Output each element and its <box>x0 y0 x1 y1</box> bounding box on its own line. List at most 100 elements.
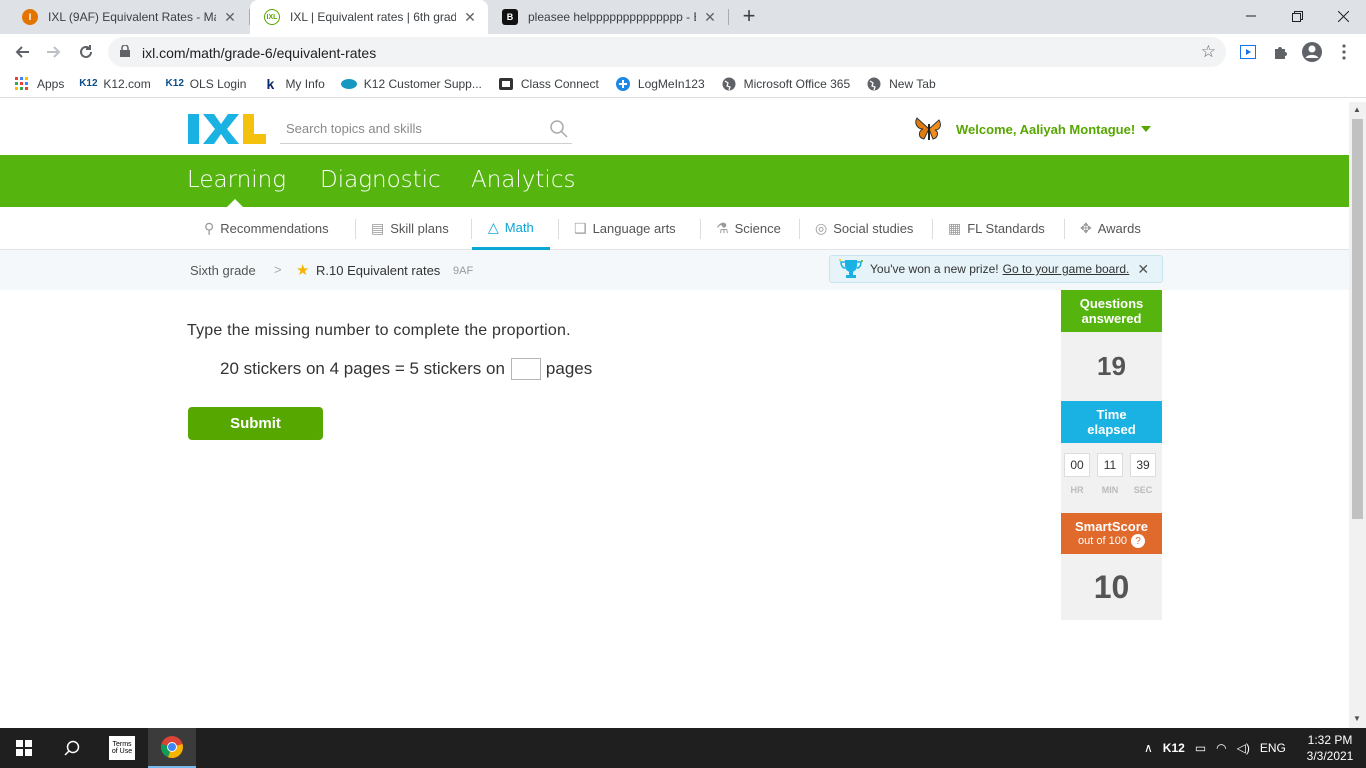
timer-hours: 00 <box>1064 453 1090 477</box>
k12-icon: K12 <box>165 78 184 89</box>
recommendations-icon: ⚲ <box>204 220 215 236</box>
start-button[interactable] <box>0 728 48 768</box>
bookmark-class-connect[interactable]: Class Connect <box>498 76 599 92</box>
butterfly-avatar-icon <box>915 117 941 140</box>
globe-icon <box>866 76 882 92</box>
browser-tab-2[interactable]: IXL IXL | Equivalent rates | 6th grade ✕ <box>250 0 488 34</box>
breadcrumb-grade[interactable]: Sixth grade <box>190 263 256 278</box>
back-button[interactable] <box>9 39 35 65</box>
divider <box>932 219 933 239</box>
divider <box>799 219 800 239</box>
nav-tab-learning[interactable]: Learning <box>187 167 286 193</box>
bookmark-office-365[interactable]: Microsoft Office 365 <box>721 76 851 92</box>
minimize-button[interactable] <box>1228 0 1274 32</box>
subnav-skill-plans[interactable]: ▤ Skill plans <box>371 207 449 250</box>
smartscore-header: SmartScore out of 100? <box>1061 513 1162 554</box>
divider <box>558 219 559 239</box>
bookmark-star-icon[interactable]: ☆ <box>1201 42 1216 62</box>
bookmark-customer-support[interactable]: K12 Customer Supp... <box>340 76 482 92</box>
reload-button[interactable] <box>73 39 99 65</box>
subnav-social-studies[interactable]: ◎ Social studies <box>815 207 913 250</box>
bookmark-label: LogMeIn123 <box>637 76 705 91</box>
stat-sublabel: out of 100 <box>1078 534 1127 547</box>
bookmark-label: K12 Customer Supp... <box>363 76 482 91</box>
bookmark-apps[interactable]: Apps <box>14 76 64 92</box>
terms-of-use-app[interactable]: Terms of Use <box>98 728 146 768</box>
subnav-recommendations[interactable]: ⚲ Recommendations <box>204 207 329 250</box>
search-input[interactable]: Search topics and skills <box>280 116 572 144</box>
tab-title: IXL | Equivalent rates | 6th grade <box>290 10 456 24</box>
volume-icon[interactable]: ◁) <box>1237 741 1250 755</box>
extensions-puzzle-icon[interactable] <box>1269 41 1291 63</box>
restore-button[interactable] <box>1274 0 1320 32</box>
scroll-up-icon[interactable]: ▲ <box>1353 105 1361 114</box>
ixl-logo-icon[interactable] <box>188 114 266 144</box>
proportion-right-text: pages <box>545 359 593 378</box>
subnav-language-arts[interactable]: ❑ Language arts <box>574 207 676 250</box>
nav-tab-diagnostic[interactable]: Diagnostic <box>320 167 441 193</box>
stats-panel: Questions answered 19 Time elapsed 00 11… <box>1061 290 1162 620</box>
wifi-icon[interactable]: ◠ <box>1216 741 1226 755</box>
nav-tab-analytics[interactable]: Analytics <box>471 167 575 193</box>
bookmark-new-tab[interactable]: New Tab <box>866 76 936 92</box>
bookmark-k12[interactable]: K12 K12.com <box>79 76 151 92</box>
bookmark-logmein[interactable]: LogMeIn123 <box>615 76 705 92</box>
game-board-link[interactable]: Go to your game board. <box>1003 262 1130 276</box>
taskbar-search-button[interactable] <box>48 728 96 768</box>
media-cast-icon[interactable] <box>1237 41 1259 63</box>
ixl-favicon-icon: IXL <box>264 9 280 25</box>
close-window-button[interactable] <box>1320 0 1366 32</box>
account-menu[interactable]: Welcome, Aaliyah Montague! <box>914 112 1152 146</box>
taskbar-clock[interactable]: 1:32 PM 3/3/2021 <box>1300 732 1360 764</box>
timer-seconds: 39 <box>1130 453 1156 477</box>
divider <box>1064 219 1065 239</box>
bookmark-my-info[interactable]: k My Info <box>262 76 325 92</box>
submit-button[interactable]: Submit <box>188 407 323 440</box>
answer-input[interactable] <box>510 358 541 380</box>
bookmark-ols-login[interactable]: K12 OLS Login <box>165 76 247 92</box>
browser-tab-1[interactable]: I IXL (9AF) Equivalent Rates - Math ✕ <box>8 0 248 34</box>
forward-button[interactable] <box>41 39 67 65</box>
browser-tab-3[interactable]: B pleasee helpppppppppppppp - B ✕ <box>488 0 728 34</box>
new-tab-button[interactable]: + <box>737 5 761 29</box>
subnav-awards[interactable]: ✥ Awards <box>1080 207 1141 250</box>
chrome-menu-icon[interactable] <box>1333 41 1355 63</box>
reload-icon <box>80 45 92 58</box>
close-tab-icon[interactable]: ✕ <box>462 9 478 26</box>
language-indicator[interactable]: ENG <box>1260 741 1286 755</box>
chrome-taskbar-app[interactable] <box>148 728 196 768</box>
active-tab-indicator <box>227 199 243 207</box>
chevron-up-icon[interactable]: ∧ <box>1144 741 1153 755</box>
scrollbar-thumb[interactable] <box>1352 119 1363 519</box>
close-tab-icon[interactable]: ✕ <box>222 9 238 26</box>
profile-avatar-icon[interactable] <box>1301 41 1323 63</box>
timer: 00 11 39 HR MIN SEC <box>1061 443 1162 513</box>
scroll-down-icon[interactable]: ▼ <box>1353 714 1361 723</box>
stat-label: SmartScore <box>1075 518 1148 534</box>
close-icon[interactable]: ✕ <box>1137 261 1149 278</box>
page-scrollbar[interactable]: ▲ ▼ <box>1349 102 1366 728</box>
prize-text: You've won a new prize! <box>870 262 999 276</box>
salesforce-cloud-icon <box>340 76 357 92</box>
proportion-left-text: 20 stickers on 4 pages = 5 stickers on <box>220 359 505 378</box>
k12-tray-icon[interactable]: K12 <box>1163 741 1185 755</box>
subnav-fl-standards[interactable]: ▦ FL Standards <box>948 207 1045 250</box>
bookmark-label: New Tab <box>889 76 936 91</box>
ixl-favicon-icon: I <box>22 9 38 25</box>
close-tab-icon[interactable]: ✕ <box>702 9 718 26</box>
tab-title: pleasee helpppppppppppppp - B <box>528 10 696 24</box>
address-bar[interactable]: ixl.com/math/grade-6/equivalent-rates ☆ <box>108 37 1226 67</box>
forward-arrow-icon <box>47 46 61 58</box>
timer-minutes: 11 <box>1097 453 1123 477</box>
subnav-science[interactable]: ⚗ Science <box>716 207 781 250</box>
help-question-icon[interactable]: ? <box>1130 534 1145 548</box>
search-icon[interactable] <box>550 120 568 138</box>
subnav-math[interactable]: △ Math <box>472 207 550 250</box>
terms-of-use-icon: Terms of Use <box>109 736 135 760</box>
question-proportion: 20 stickers on 4 pages = 5 stickers on p… <box>220 358 592 380</box>
timer-seconds-label: SEC <box>1133 485 1153 495</box>
ixl-header: Search topics and skills Welcome, Aaliya… <box>0 102 1349 154</box>
bookmark-label: Microsoft Office 365 <box>743 76 851 91</box>
battery-icon[interactable]: ▭ <box>1195 741 1206 755</box>
awards-icon: ✥ <box>1080 220 1092 236</box>
